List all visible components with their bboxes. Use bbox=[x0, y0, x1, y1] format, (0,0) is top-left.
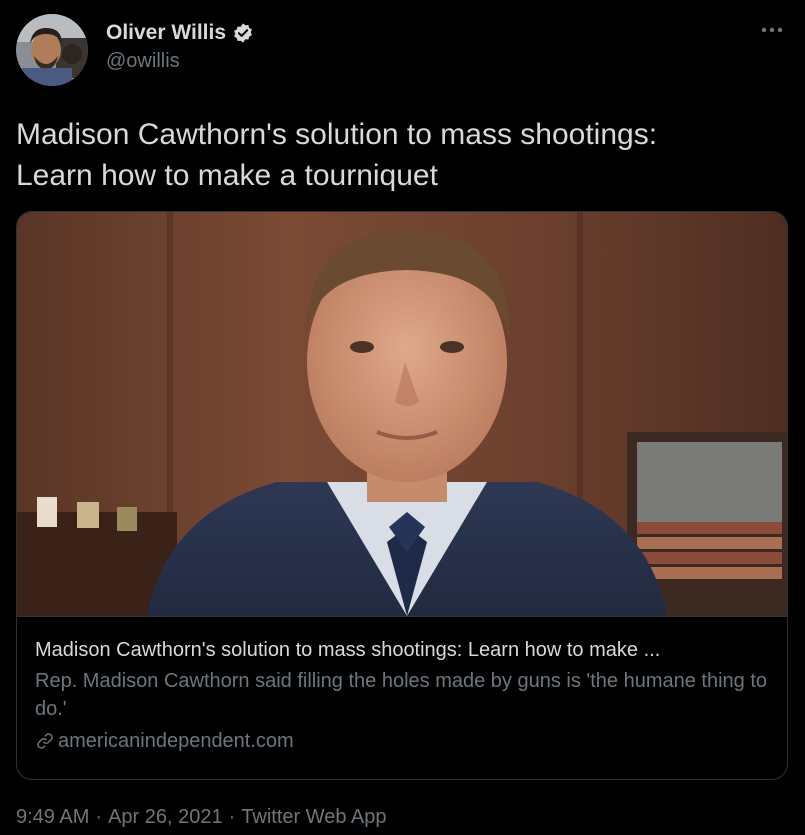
tweet: Oliver Willis @owillis Madison Cawthorn'… bbox=[0, 0, 805, 835]
tweet-text-line-2: Learn how to make a tourniquet bbox=[16, 159, 438, 192]
card-body: Madison Cawthorn's solution to mass shoo… bbox=[35, 636, 775, 755]
tweet-source[interactable]: Twitter Web App bbox=[241, 806, 386, 829]
card-image[interactable] bbox=[17, 212, 787, 616]
meta-separator: · bbox=[228, 806, 236, 828]
card-domain-text: americanindependent.com bbox=[58, 730, 294, 752]
tweet-meta: 9:49 AM · Apr 26, 2021 · Twitter Web App bbox=[16, 806, 387, 829]
tweet-date[interactable]: Apr 26, 2021 bbox=[108, 806, 223, 829]
tweet-time[interactable]: 9:49 AM bbox=[16, 806, 89, 829]
card-domain[interactable]: americanindependent.com bbox=[35, 727, 775, 755]
author-block: Oliver Willis @owillis bbox=[106, 19, 254, 73]
display-name[interactable]: Oliver Willis bbox=[106, 21, 226, 45]
link-preview-card[interactable]: Madison Cawthorn's solution to mass shoo… bbox=[16, 211, 788, 780]
news-photo-icon bbox=[17, 212, 787, 616]
link-icon bbox=[35, 731, 55, 751]
tweet-text-line-1: Madison Cawthorn's solution to mass shoo… bbox=[16, 118, 658, 151]
avatar-image bbox=[16, 14, 88, 86]
meta-separator: · bbox=[95, 806, 103, 828]
user-handle[interactable]: @owillis bbox=[106, 50, 254, 73]
card-description: Rep. Madison Cawthorn said filling the h… bbox=[35, 670, 768, 720]
display-name-row: Oliver Willis bbox=[106, 19, 254, 47]
avatar[interactable] bbox=[16, 14, 88, 86]
card-divider bbox=[17, 616, 787, 617]
more-options-icon[interactable] bbox=[759, 20, 785, 40]
card-title[interactable]: Madison Cawthorn's solution to mass shoo… bbox=[35, 636, 775, 664]
tweet-text: Madison Cawthorn's solution to mass shoo… bbox=[16, 114, 786, 196]
verified-badge-icon bbox=[232, 22, 254, 44]
